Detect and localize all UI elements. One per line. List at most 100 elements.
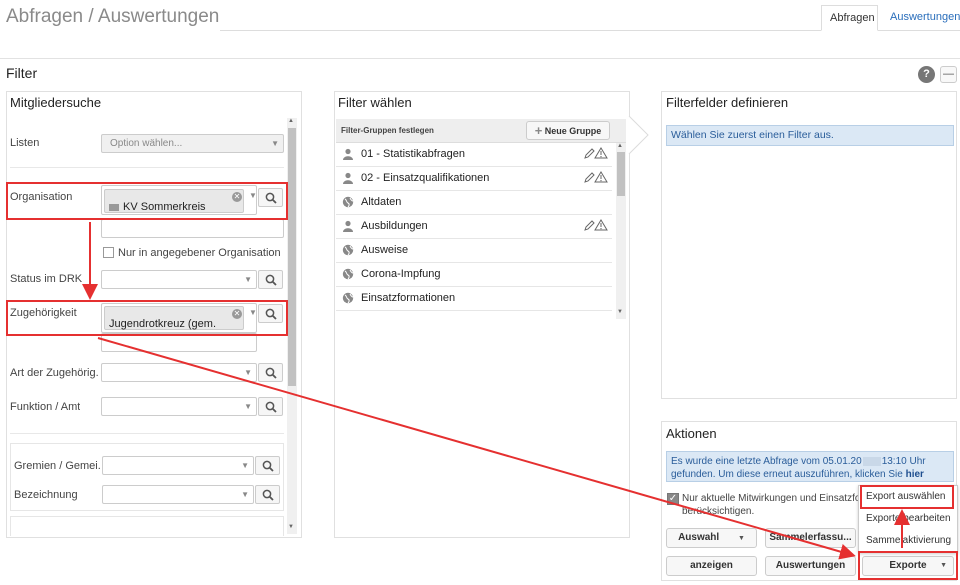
status-search-button[interactable] bbox=[258, 270, 283, 289]
edit-warning-icon[interactable] bbox=[584, 147, 608, 162]
section-divider bbox=[0, 58, 960, 59]
scroll-down-icon[interactable]: ▼ bbox=[617, 309, 623, 315]
list-item-label: Altdaten bbox=[361, 196, 402, 208]
globe-icon bbox=[342, 292, 354, 307]
info-line1: Es wurde eine letzte Abfrage vom 05.01.2… bbox=[671, 456, 862, 467]
divider bbox=[10, 167, 284, 168]
bezeichnung-label: Bezeichnung bbox=[14, 489, 78, 501]
status-select[interactable]: ▼ bbox=[101, 270, 257, 289]
edit-warning-icon[interactable] bbox=[584, 171, 608, 186]
actions-heading: Aktionen bbox=[666, 426, 717, 441]
last-query-link[interactable]: hier bbox=[906, 469, 924, 480]
funktion-label: Funktion / Amt bbox=[10, 401, 81, 413]
list-item-label: Ausbildungen bbox=[361, 220, 428, 232]
globe-icon bbox=[342, 268, 354, 283]
search-icon bbox=[262, 489, 274, 501]
only-org-checkbox[interactable] bbox=[103, 247, 114, 258]
person-icon bbox=[342, 172, 354, 187]
chevron-down-icon: ▼ bbox=[241, 461, 249, 470]
funktion-select[interactable]: ▼ bbox=[101, 397, 257, 416]
member-search-heading: Mitgliedersuche bbox=[10, 95, 102, 110]
listen-placeholder: Option wählen... bbox=[110, 138, 183, 149]
current-only-line1: Nur aktuelle Mitwirkungen und Einsatzfor… bbox=[682, 493, 862, 504]
search-icon bbox=[265, 367, 277, 379]
highlight-exporte bbox=[858, 551, 958, 580]
scrollbar-thumb[interactable] bbox=[288, 128, 296, 386]
list-item[interactable]: Ausbildungen bbox=[336, 215, 612, 239]
list-item-label: Corona-Impfung bbox=[361, 268, 441, 280]
chevron-down-icon: ▼ bbox=[244, 402, 252, 411]
list-item-label: 01 - Statistikabfragen bbox=[361, 148, 465, 160]
scroll-up-icon[interactable]: ▲ bbox=[288, 118, 294, 124]
gremien-search-button[interactable] bbox=[255, 456, 280, 475]
chevron-down-icon: ▼ bbox=[244, 368, 252, 377]
scroll-up-icon[interactable]: ▲ bbox=[617, 143, 623, 149]
list-item[interactable]: Einsatzformationen bbox=[336, 287, 612, 311]
list-item[interactable]: Corona-Impfung bbox=[336, 263, 612, 287]
list-item[interactable]: Ausweise bbox=[336, 239, 612, 263]
art-search-button[interactable] bbox=[258, 363, 283, 382]
menu-item-sammelaktivierung[interactable]: Sammelaktivierung bbox=[859, 530, 957, 552]
next-box bbox=[10, 516, 284, 536]
bezeichnung-select[interactable]: ▼ bbox=[102, 485, 254, 504]
listen-label: Listen bbox=[10, 137, 40, 149]
auswahl-button[interactable]: Auswahl ▼ bbox=[666, 528, 757, 548]
chevron-down-icon: ▼ bbox=[241, 490, 249, 499]
redacted-block bbox=[862, 456, 881, 466]
only-org-label: Nur in angegebener Organisation s... bbox=[118, 247, 280, 259]
search-icon bbox=[265, 274, 277, 286]
edit-warning-icon[interactable] bbox=[584, 219, 608, 234]
chevron-down-icon: ▼ bbox=[737, 535, 745, 542]
globe-icon bbox=[342, 196, 354, 211]
listen-select[interactable]: Option wählen... ▼ bbox=[101, 134, 284, 153]
highlight-zugehoerigkeit bbox=[6, 300, 288, 336]
person-icon bbox=[342, 148, 354, 163]
highlight-organisation bbox=[6, 182, 288, 220]
chevron-down-icon: ▼ bbox=[271, 139, 279, 148]
info-line2: gefunden. Um diese erneut auszuführen, k… bbox=[671, 469, 903, 480]
scroll-down-icon[interactable]: ▼ bbox=[288, 524, 294, 530]
new-group-button[interactable]: + Neue Gruppe bbox=[526, 121, 610, 140]
organisation-extra-field[interactable] bbox=[101, 219, 284, 238]
anzeigen-button[interactable]: anzeigen bbox=[666, 556, 757, 576]
auswertungen-button[interactable]: Auswertungen bbox=[765, 556, 856, 576]
search-icon bbox=[262, 460, 274, 472]
person-icon bbox=[342, 220, 354, 235]
list-item[interactable]: 02 - Einsatzqualifikationen bbox=[336, 167, 612, 191]
status-label: Status im DRK bbox=[10, 273, 83, 285]
bezeichnung-search-button[interactable] bbox=[255, 485, 280, 504]
help-icon[interactable]: ? bbox=[918, 66, 935, 83]
search-icon bbox=[265, 401, 277, 413]
filter-scrollbar-thumb[interactable] bbox=[617, 152, 625, 196]
sammelerfassung-button[interactable]: Sammelerfassu... bbox=[765, 528, 856, 548]
filter-fields-heading: Filterfelder definieren bbox=[666, 95, 789, 110]
new-group-label: Neue Gruppe bbox=[544, 126, 602, 136]
funktion-search-button[interactable] bbox=[258, 397, 283, 416]
chevron-down-icon: ▼ bbox=[244, 275, 252, 284]
highlight-export-auswaehlen bbox=[860, 485, 954, 509]
filter-select-heading: Filter wählen bbox=[338, 95, 412, 110]
list-item-partial bbox=[336, 312, 612, 318]
last-query-info: Es wurde eine letzte Abfrage vom 05.01.2… bbox=[666, 451, 954, 482]
globe-icon bbox=[342, 244, 354, 259]
list-item[interactable]: 01 - Statistikabfragen bbox=[336, 143, 612, 167]
art-label: Art der Zugehörig... bbox=[10, 367, 98, 379]
list-item[interactable]: Altdaten bbox=[336, 191, 612, 215]
current-only-checkbox[interactable]: ✓ bbox=[667, 493, 679, 505]
tab-abfragen[interactable]: Abfragen bbox=[821, 5, 878, 31]
tab-auswertungen[interactable]: Auswertungen bbox=[882, 5, 960, 31]
info-time: 13:10 Uhr bbox=[881, 456, 926, 467]
current-only-line2: berücksichtigen. bbox=[682, 506, 755, 517]
gremien-select[interactable]: ▼ bbox=[102, 456, 254, 475]
menu-item-exporte-bearbeiten[interactable]: Exporte bearbeiten bbox=[859, 508, 957, 530]
art-select[interactable]: ▼ bbox=[101, 363, 257, 382]
filter-heading: Filter bbox=[6, 65, 38, 81]
list-item-label: Ausweise bbox=[361, 244, 409, 256]
page-title: Abfragen / Auswertungen bbox=[6, 6, 220, 27]
filter-groups-label: Filter-Gruppen festlegen bbox=[341, 126, 434, 135]
chevron-right-connector bbox=[628, 115, 649, 155]
filter-fields-info: Wählen Sie zuerst einen Filter aus. bbox=[666, 125, 954, 146]
collapse-button[interactable]: — bbox=[940, 66, 957, 83]
auswahl-label: Auswahl bbox=[678, 532, 720, 543]
list-item-label: 02 - Einsatzqualifikationen bbox=[361, 172, 490, 184]
